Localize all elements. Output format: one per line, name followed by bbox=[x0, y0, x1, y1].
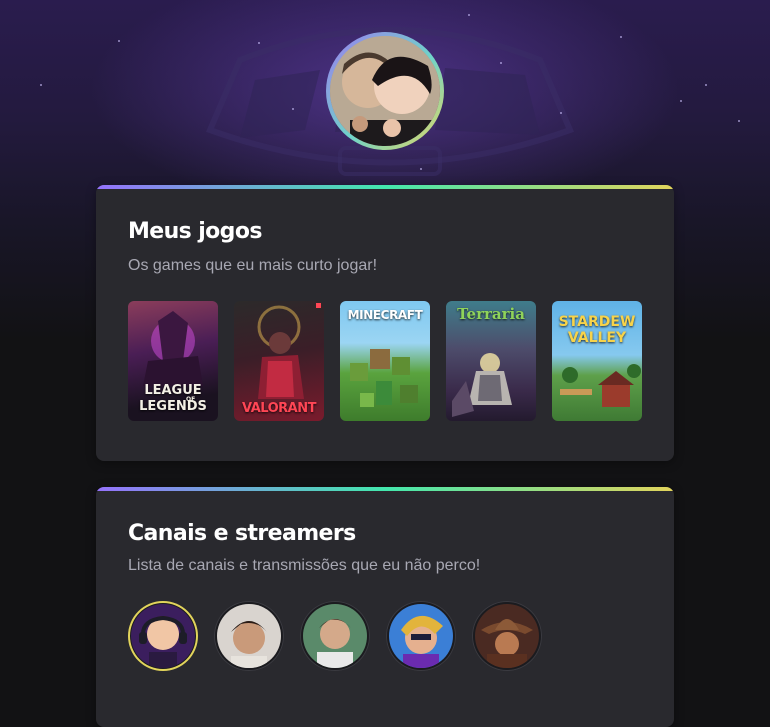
avatar-photo bbox=[330, 36, 440, 146]
channel-avatar-3[interactable] bbox=[300, 601, 370, 671]
game-stardew-valley[interactable]: STARDEW VALLEY bbox=[552, 301, 642, 421]
cowboy-character-icon bbox=[481, 619, 533, 668]
game-label: Terraria bbox=[457, 305, 525, 323]
game-valorant[interactable]: VALORANT bbox=[234, 301, 324, 421]
streamer-photo-icon bbox=[317, 619, 353, 668]
game-league-of-legends[interactable]: LEAGUE OF LEGENDS bbox=[128, 301, 218, 421]
channel-avatar-1[interactable] bbox=[128, 601, 198, 671]
games-card: Meus jogos Os games que eu mais curto jo… bbox=[96, 185, 674, 461]
game-label: VALORANT bbox=[242, 401, 316, 416]
channels-section-title: Canais e streamers bbox=[128, 521, 356, 546]
cartoon-streamer-icon bbox=[139, 615, 187, 668]
game-minecraft[interactable]: MINECRAFT bbox=[340, 301, 430, 421]
streamer-photo-icon bbox=[231, 621, 267, 668]
channel-avatar-2[interactable] bbox=[214, 601, 284, 671]
profile-avatar bbox=[326, 32, 444, 150]
games-section-title: Meus jogos bbox=[128, 219, 262, 244]
game-label: MINECRAFT bbox=[347, 308, 423, 322]
games-list: LEAGUE OF LEGENDS VALORANT MINECRAFT Ter… bbox=[128, 301, 642, 421]
game-terraria[interactable]: Terraria bbox=[446, 301, 536, 421]
channels-section-subtitle: Lista de canais e transmissões que eu nã… bbox=[128, 557, 481, 574]
game-label-line2: VALLEY bbox=[567, 330, 627, 346]
channel-avatar-4[interactable] bbox=[386, 601, 456, 671]
channels-card: Canais e streamers Lista de canais e tra… bbox=[96, 487, 674, 727]
game-label-line1: STARDEW bbox=[558, 314, 636, 330]
game-label-line1: LEAGUE bbox=[144, 383, 202, 398]
game-label-line2: LEGENDS bbox=[139, 399, 207, 414]
channel-avatar-5[interactable] bbox=[472, 601, 542, 671]
cartoon-hero-icon bbox=[401, 615, 443, 668]
channels-list bbox=[128, 601, 542, 671]
games-section-subtitle: Os games que eu mais curto jogar! bbox=[128, 257, 378, 274]
